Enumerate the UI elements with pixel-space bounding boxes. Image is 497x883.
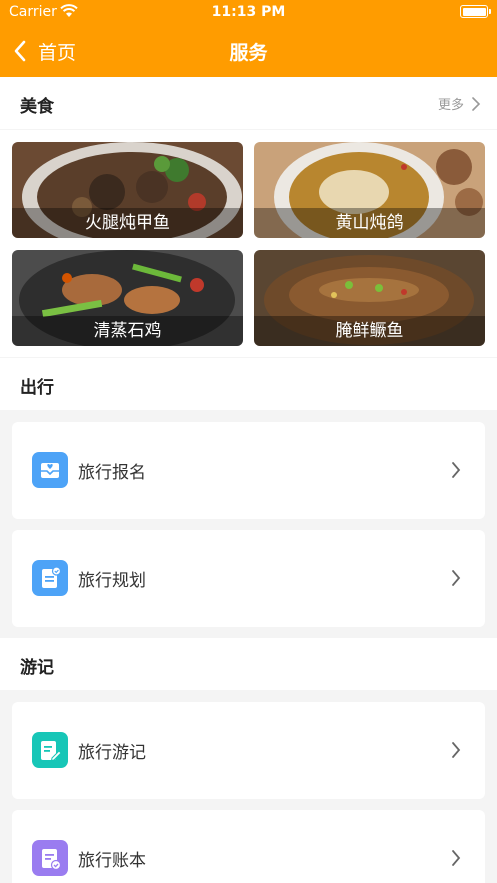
journal-section-title: 游记 [20, 658, 54, 678]
food-card[interactable]: 黄山炖鸽 [254, 142, 485, 238]
travel-plan-label: 旅行规划 [78, 571, 146, 591]
more-label: 更多 [437, 98, 464, 113]
food-section-title: 美食 [20, 97, 54, 117]
travel-signup-item[interactable]: 旅行报名 [12, 422, 485, 519]
travel-ledger-item[interactable]: 旅行账本 [12, 810, 485, 883]
more-button[interactable]: 更多 [438, 94, 481, 113]
travel-section-title: 出行 [20, 378, 54, 398]
journal-section-header: 游记 [0, 638, 497, 690]
nav-bar: 首页 服务 [0, 26, 497, 77]
food-label: 清蒸石鸡 [12, 316, 243, 346]
top-bar: Carrier 11:13 PM 首页 服务 [0, 0, 497, 77]
edit-note-icon [32, 732, 68, 768]
travel-journal-item[interactable]: 旅行游记 [12, 702, 485, 799]
food-section-header: 美食 更多 [0, 77, 497, 129]
travel-section-header: 出行 [0, 358, 497, 410]
envelope-heart-icon [32, 452, 68, 488]
chevron-right-icon [452, 742, 461, 758]
ledger-check-icon [32, 840, 68, 876]
page-title: 服务 [229, 42, 268, 64]
food-label: 火腿炖甲鱼 [12, 208, 243, 238]
food-grid: 火腿炖甲鱼 黄山炖鸽 清蒸石鸡 腌鲜鳜鱼 [0, 130, 497, 357]
travel-signup-label: 旅行报名 [78, 463, 146, 483]
food-label: 黄山炖鸽 [254, 208, 485, 238]
chevron-right-icon [452, 850, 461, 866]
food-card[interactable]: 腌鲜鳜鱼 [254, 250, 485, 346]
chevron-right-icon [452, 462, 461, 478]
food-card[interactable]: 清蒸石鸡 [12, 250, 243, 346]
travel-ledger-label: 旅行账本 [78, 851, 146, 871]
chevron-right-icon [452, 570, 461, 586]
status-bar: Carrier 11:13 PM [0, 0, 497, 26]
food-label: 腌鲜鳜鱼 [254, 316, 485, 346]
food-card[interactable]: 火腿炖甲鱼 [12, 142, 243, 238]
clock: 11:13 PM [211, 4, 286, 20]
battery-icon [460, 5, 491, 18]
chevron-right-icon [472, 96, 481, 111]
document-check-icon [32, 560, 68, 596]
travel-journal-label: 旅行游记 [78, 743, 146, 763]
travel-plan-item[interactable]: 旅行规划 [12, 530, 485, 627]
